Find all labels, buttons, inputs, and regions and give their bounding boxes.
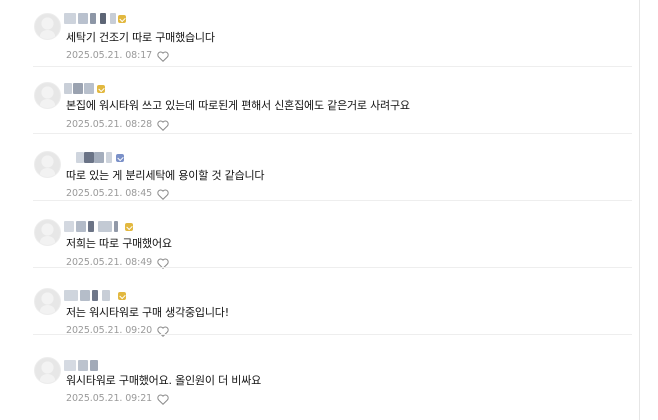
heart-outline-icon[interactable]: [157, 394, 169, 405]
avatar[interactable]: [34, 13, 61, 40]
badge-icon: [125, 223, 133, 231]
comment-date: 2025.05.21. 08:28: [66, 119, 153, 130]
comment-list: 세탁기 건조기 따로 구매했습니다 2025.05.21. 08:17 본집에 …: [0, 0, 640, 420]
avatar[interactable]: [34, 357, 61, 384]
comment-text: 워시타워로 구매했어요. 올인원이 더 비싸요: [66, 374, 262, 387]
comment-date: 2025.05.21. 09:21: [66, 393, 153, 404]
avatar[interactable]: [34, 219, 61, 246]
comment-item: 워시타워로 구매했어요. 올인원이 더 비싸요 2025.05.21. 09:2…: [0, 335, 640, 420]
badge-icon: [116, 154, 124, 162]
badge-icon: [118, 15, 126, 23]
comment-item: 따로 있는 게 분리세탁에 용이할 것 같습니다 2025.05.21. 08:…: [0, 134, 640, 201]
avatar[interactable]: [34, 288, 61, 315]
comment-date: 2025.05.21. 08:17: [66, 50, 153, 61]
comment-text: 본집에 워시타워 쓰고 있는데 따로된게 편해서 신혼집에도 같은거로 사려구요: [66, 99, 410, 112]
avatar[interactable]: [34, 82, 61, 109]
comment-text: 세탁기 건조기 따로 구매했습니다: [66, 31, 215, 44]
badge-icon: [97, 85, 105, 93]
comment-date: 2025.05.21. 08:45: [66, 188, 153, 199]
comment-text: 저희는 따로 구매했어요: [66, 237, 172, 250]
comment-text: 따로 있는 게 분리세탁에 용이할 것 같습니다: [66, 169, 265, 182]
comment-item: 저는 워시타워로 구매 생각중입니다! 2025.05.21. 09:20: [0, 268, 640, 337]
comment-item: 본집에 워시타워 쓰고 있는데 따로된게 편해서 신혼집에도 같은거로 사려구요…: [0, 67, 640, 134]
heart-outline-icon[interactable]: [157, 120, 169, 131]
comment-item: 세탁기 건조기 따로 구매했습니다 2025.05.21. 08:17: [0, 0, 640, 67]
comment-text: 저는 워시타워로 구매 생각중입니다!: [66, 306, 229, 319]
heart-outline-icon[interactable]: [157, 51, 169, 62]
heart-outline-icon[interactable]: [157, 189, 169, 200]
avatar[interactable]: [34, 151, 61, 178]
badge-icon: [118, 292, 126, 300]
comment-item: 저희는 따로 구매했어요 2025.05.21. 08:49: [0, 201, 640, 269]
